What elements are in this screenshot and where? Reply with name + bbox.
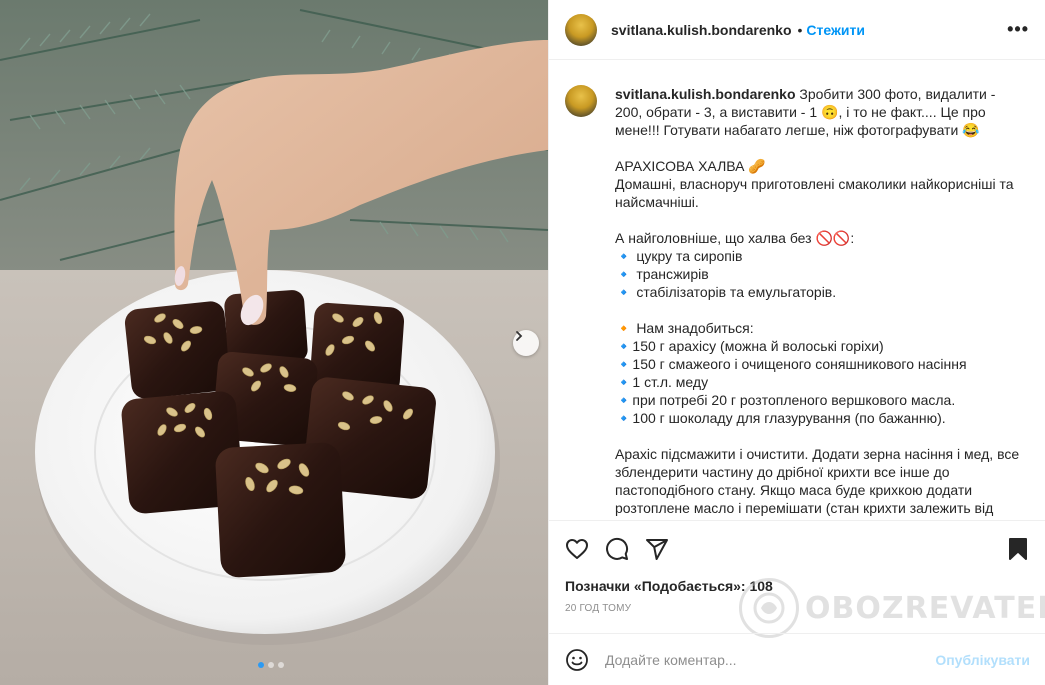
carousel-dot xyxy=(278,662,284,668)
comment-box: Опублікувати xyxy=(549,633,1045,685)
caption-line: А найголовніше, що халва без 🚫🚫: xyxy=(615,230,855,246)
bookmark-icon[interactable] xyxy=(1006,537,1030,561)
carousel-dot xyxy=(258,662,264,668)
caption-username[interactable]: svitlana.kulish.bondarenko xyxy=(615,86,796,102)
caption-line: svitlana.kulish.bondarenko Зробити 300 ф… xyxy=(615,85,1025,139)
post-side-panel: svitlana.kulish.bondarenko • Стежити •••… xyxy=(548,0,1045,685)
caption-line: 🔸 Нам знадобиться: xyxy=(615,320,754,336)
caption-line: 🔹150 г арахісу (можна й волоські горіхи) xyxy=(615,338,884,354)
caption-line xyxy=(615,427,1025,445)
post-header: svitlana.kulish.bondarenko • Стежити ••• xyxy=(549,0,1045,60)
caption-line xyxy=(615,211,1025,229)
heart-icon[interactable] xyxy=(565,537,589,561)
caption-line: 🔹 цукру та сиропів xyxy=(615,248,743,264)
action-bar xyxy=(549,520,1045,580)
carousel-next-button[interactable] xyxy=(513,330,539,356)
watermark-text: OBOZREVATEL xyxy=(805,590,1045,626)
caption-line: 🔹при потребі 20 г розтопленого вершковог… xyxy=(615,392,956,408)
caption-line: 🔹150 г смажеого і очищеного соняшниковог… xyxy=(615,356,967,372)
caption-line xyxy=(615,139,1025,157)
avatar[interactable] xyxy=(565,13,597,46)
caption-line: Арахіс підсмажити і очистити. Додати зер… xyxy=(615,446,1024,516)
share-icon[interactable] xyxy=(645,537,669,561)
caption-line: 🔹100 г шоколаду для глазурування (по баж… xyxy=(615,410,946,426)
post-timestamp[interactable]: 20 ГОД ТОМУ xyxy=(565,603,631,614)
carousel-indicator xyxy=(258,662,284,668)
comment-icon[interactable] xyxy=(605,537,629,561)
post-comment-button[interactable]: Опублікувати xyxy=(935,652,1030,668)
watermark-logo xyxy=(739,578,799,638)
comment-input[interactable] xyxy=(605,651,936,668)
caption-line xyxy=(615,301,1025,319)
watermark: OBOZREVATEL xyxy=(739,578,1045,638)
more-options-icon[interactable]: ••• xyxy=(1007,19,1029,40)
caption-line: 🔹1 ст.л. меду xyxy=(615,374,709,390)
caption-line: 🔹 трансжирів xyxy=(615,266,709,282)
caption-area: svitlana.kulish.bondarenko Зробити 300 ф… xyxy=(549,61,1045,519)
caption-line: АРАХІСОВА ХАЛВА 🥜 xyxy=(615,158,766,174)
carousel-dot xyxy=(268,662,274,668)
caption-text: svitlana.kulish.bondarenko Зробити 300 ф… xyxy=(615,85,1025,519)
caption-line: 🔹 стабілізаторів та емульгаторів. xyxy=(615,284,837,300)
halva-photo-illustration xyxy=(0,0,548,685)
separator-dot: • xyxy=(797,21,803,38)
emoji-icon[interactable] xyxy=(565,648,589,672)
header-username[interactable]: svitlana.kulish.bondarenko xyxy=(611,22,792,38)
post-photo[interactable] xyxy=(0,0,548,685)
follow-button[interactable]: Стежити xyxy=(806,22,865,38)
avatar[interactable] xyxy=(565,85,597,117)
caption-line: Домашні, власноруч приготовлені смаколик… xyxy=(615,176,1018,210)
